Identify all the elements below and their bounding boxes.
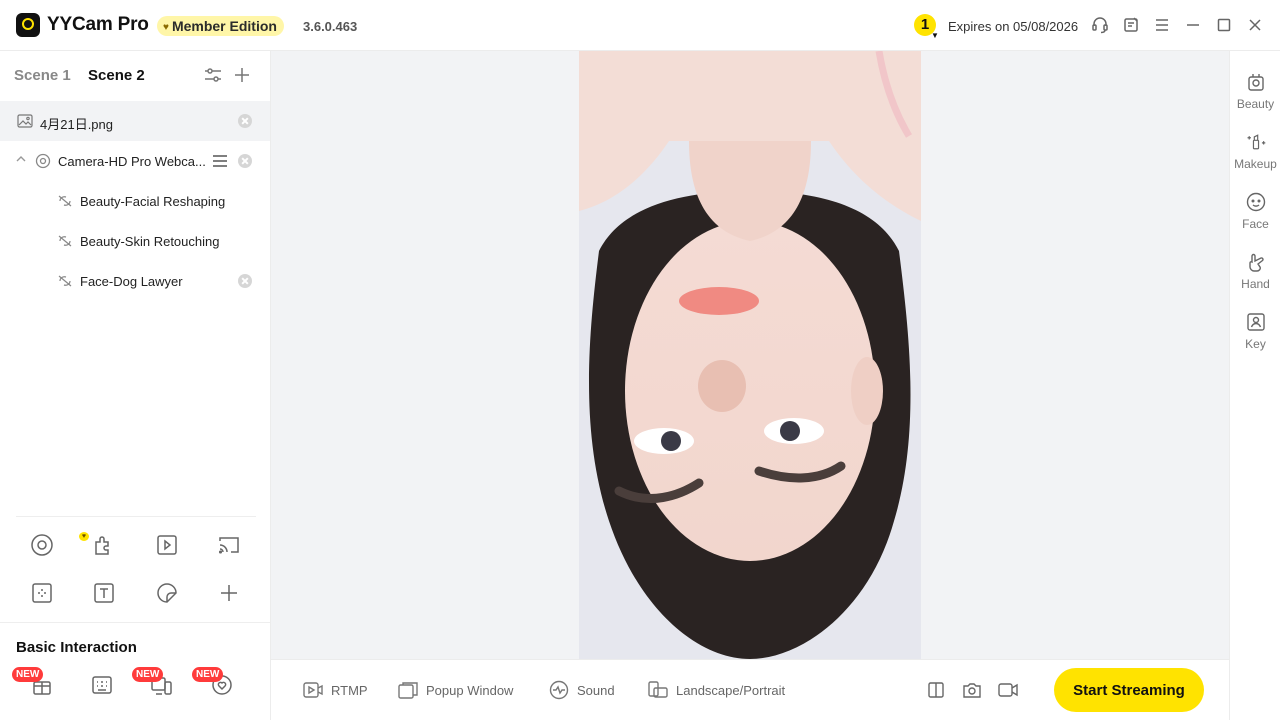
popup-window-label: Popup Window — [426, 682, 514, 698]
start-streaming-button[interactable]: Start Streaming — [1054, 668, 1204, 712]
camera-feed-image — [579, 51, 921, 659]
heart-icon: ♥ — [163, 22, 169, 33]
image-icon — [17, 114, 33, 131]
sound-icon — [549, 680, 569, 700]
orientation-icon — [648, 680, 668, 700]
orientation-label: Landscape/Portrait — [676, 682, 786, 698]
maximize-icon[interactable] — [1215, 16, 1233, 34]
record-icon[interactable] — [998, 680, 1018, 700]
version-label: 3.6.0.463 — [303, 19, 358, 34]
rtmp-label: RTMP — [331, 682, 368, 698]
rail-item-face[interactable]: Face — [1230, 191, 1280, 247]
chevron-down-icon: ▼ — [931, 31, 939, 40]
effect-item[interactable]: Beauty-Skin Retouching — [0, 221, 270, 261]
camera-preview — [579, 51, 921, 659]
divider — [0, 622, 270, 623]
app-logo-icon — [16, 13, 40, 37]
feedback-icon[interactable] — [1122, 16, 1140, 34]
scene-settings-icon[interactable] — [199, 61, 227, 89]
tab-scene-2[interactable]: Scene 2 — [88, 67, 145, 84]
member-edition-label: Member Edition — [171, 18, 277, 34]
effect-label: Face-Dog Lawyer — [80, 274, 183, 289]
premium-heart-icon: ♥ — [79, 532, 89, 541]
keyboard-icon[interactable] — [88, 671, 116, 699]
effect-item[interactable]: Beauty-Facial Reshaping — [0, 181, 270, 221]
scene-panel: Scene 1 Scene 2 4月21日.png Camera-HD Pro … — [0, 51, 271, 720]
rail-item-hand[interactable]: Hand — [1230, 251, 1280, 307]
add-source-icon[interactable] — [215, 579, 243, 607]
hand-icon — [1245, 251, 1267, 273]
rail-item-key[interactable]: Key — [1230, 311, 1280, 367]
rtmp-button[interactable]: RTMP — [303, 680, 368, 700]
rail-label: Key — [1245, 337, 1266, 351]
text-icon[interactable] — [90, 579, 118, 607]
rail-label: Makeup — [1234, 157, 1277, 171]
source-label: 4月21日.png — [40, 117, 113, 132]
new-badge: NEW — [192, 667, 224, 682]
menu-icon[interactable] — [1153, 16, 1171, 34]
chevron-up-icon[interactable] — [16, 154, 26, 167]
add-scene-icon[interactable] — [228, 61, 256, 89]
bottom-toolbar: RTMP Popup Window Sound Landscape/Portra… — [271, 659, 1229, 720]
effect-icon — [57, 234, 73, 251]
camera-menu-icon[interactable] — [212, 154, 228, 171]
divider — [16, 516, 256, 517]
member-edition-badge[interactable]: ♥ Member Edition — [157, 16, 284, 36]
sound-label: Sound — [577, 682, 615, 698]
new-badge: NEW — [132, 667, 164, 682]
camera-icon — [35, 153, 51, 172]
effect-icon — [57, 274, 73, 291]
effect-label: Beauty-Skin Retouching — [80, 234, 220, 249]
plugin-icon[interactable] — [90, 531, 118, 559]
sound-button[interactable]: Sound — [549, 680, 615, 700]
rail-item-beauty[interactable]: Beauty — [1230, 71, 1280, 127]
basic-interaction-title: Basic Interaction — [16, 639, 137, 656]
media-icon[interactable] — [153, 531, 181, 559]
headset-icon[interactable] — [1091, 16, 1109, 34]
source-item-image[interactable]: 4月21日.png — [0, 101, 270, 141]
popup-window-button[interactable]: Popup Window — [398, 680, 513, 700]
remove-source-icon[interactable] — [238, 114, 252, 128]
new-badge: NEW — [12, 667, 44, 682]
landscape-portrait-button[interactable]: Landscape/Portrait — [648, 680, 785, 700]
key-icon — [1245, 311, 1267, 333]
rail-label: Beauty — [1236, 97, 1275, 111]
tab-scene-1[interactable]: Scene 1 — [14, 67, 71, 84]
close-icon[interactable] — [1246, 16, 1264, 34]
effects-rail: Beauty Makeup Face Hand Key — [1229, 51, 1280, 720]
effect-icon — [57, 194, 73, 211]
face-icon — [1245, 191, 1267, 213]
source-label: Camera-HD Pro Webca... — [58, 154, 206, 169]
makeup-icon — [1245, 131, 1267, 153]
source-item-camera[interactable]: Camera-HD Pro Webca... — [0, 141, 270, 181]
beauty-icon — [1245, 71, 1267, 93]
sticker-icon[interactable] — [153, 579, 181, 607]
remove-source-icon[interactable] — [238, 154, 252, 168]
title-bar: YYCam Pro ♥ Member Edition 3.6.0.463 1 ▼ … — [0, 0, 1280, 51]
rail-label: Hand — [1241, 277, 1270, 291]
popup-window-icon — [398, 680, 418, 700]
effect-item[interactable]: Face-Dog Lawyer — [0, 261, 270, 301]
preview-area[interactable] — [271, 51, 1229, 659]
split-view-icon[interactable] — [926, 680, 946, 700]
rtmp-icon — [303, 680, 323, 700]
effect-label: Beauty-Facial Reshaping — [80, 194, 226, 209]
rail-item-makeup[interactable]: Makeup — [1230, 131, 1280, 187]
minimize-icon[interactable] — [1184, 16, 1202, 34]
screenshot-icon[interactable] — [962, 680, 982, 700]
remove-effect-icon[interactable] — [238, 274, 252, 288]
rail-label: Face — [1242, 217, 1269, 231]
app-name: YYCam Pro — [47, 14, 149, 35]
expiry-label: Expires on 05/08/2026 — [948, 19, 1079, 34]
camera-source-icon[interactable] — [28, 531, 56, 559]
cast-icon[interactable] — [215, 531, 243, 559]
capture-region-icon[interactable] — [28, 579, 56, 607]
